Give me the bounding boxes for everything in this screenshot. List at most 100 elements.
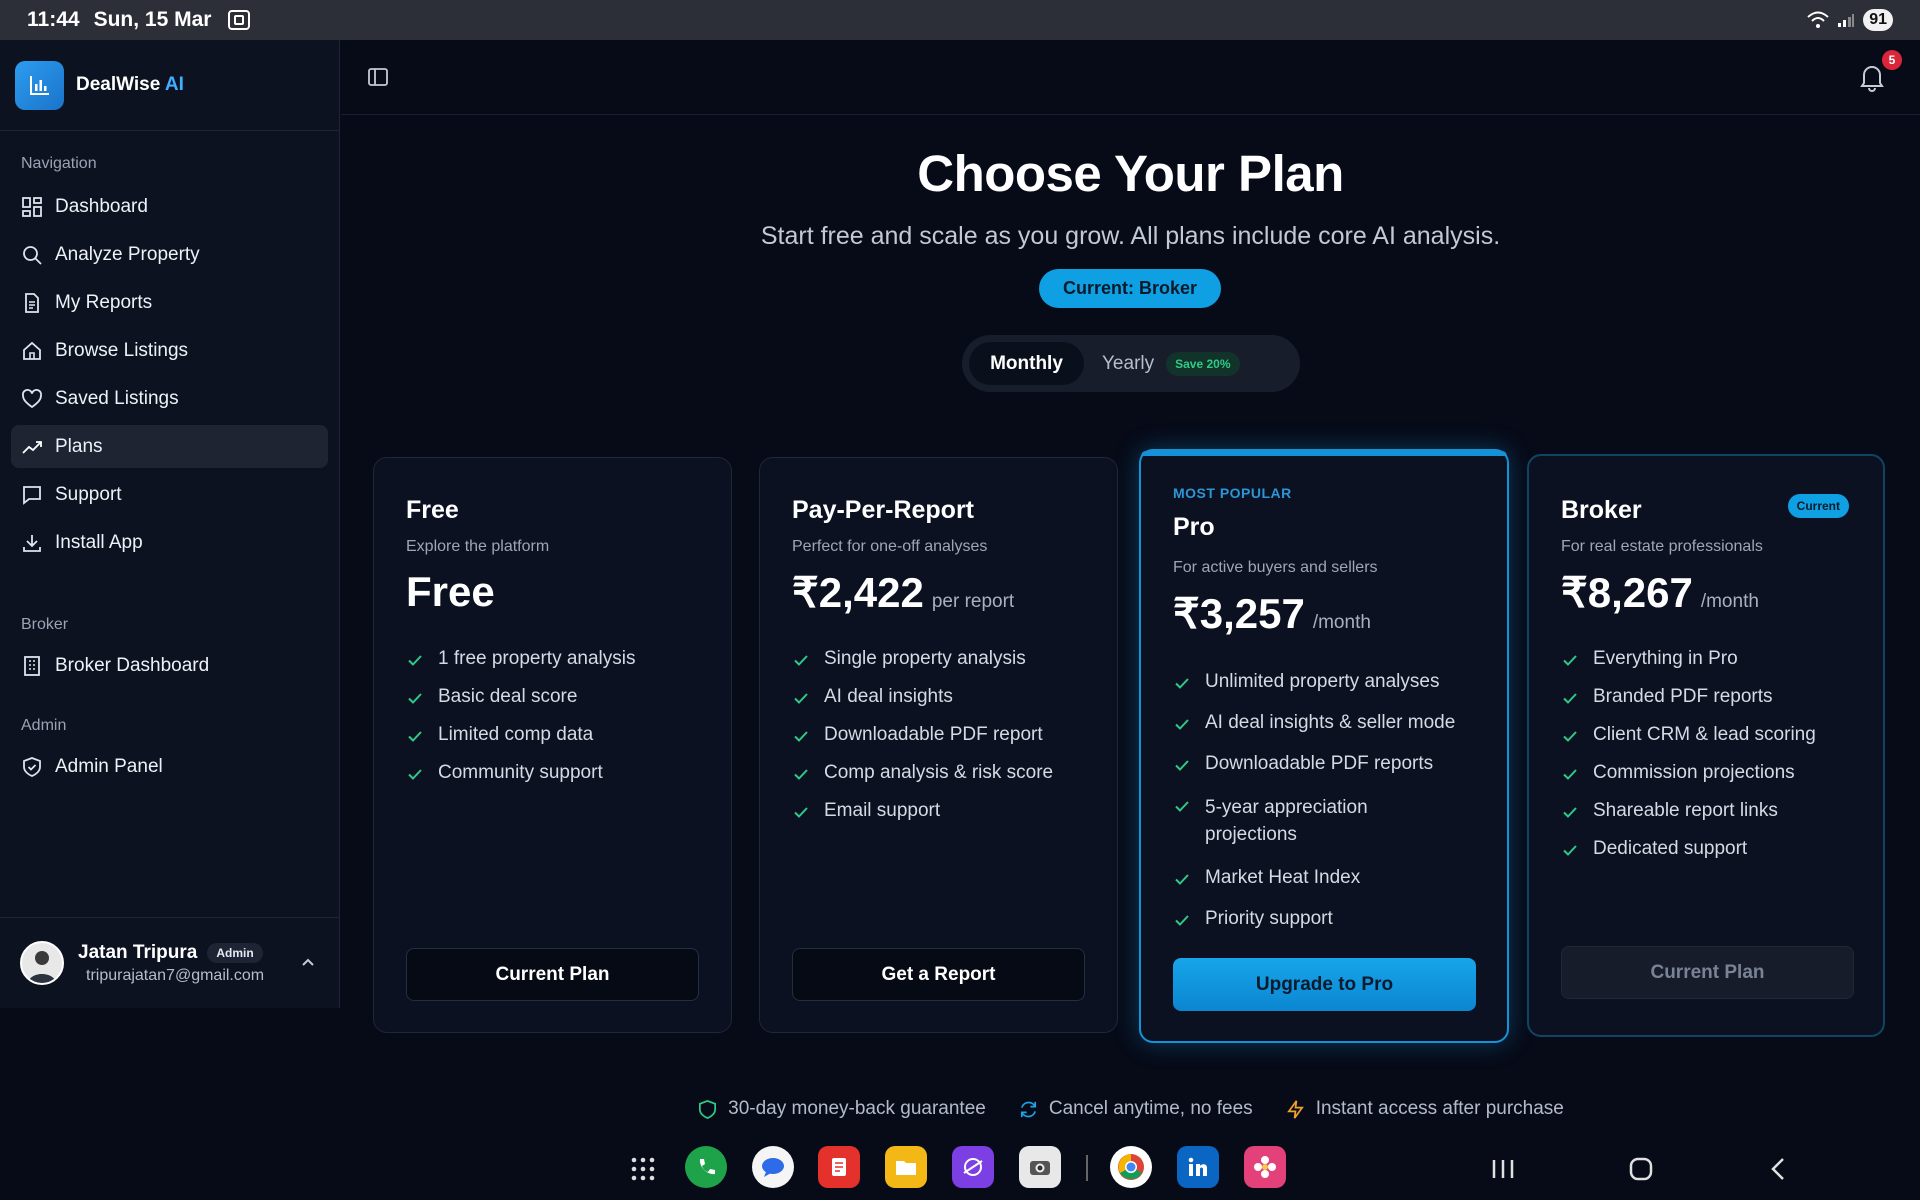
guarantee-item: 30-day money-back guarantee: [697, 1098, 986, 1120]
home-button-icon[interactable]: [1628, 1156, 1654, 1182]
sidebar: DealWise AI Navigation Dashboard Analyze…: [0, 40, 340, 1008]
sidebar-toggle-icon[interactable]: [367, 66, 389, 88]
check-icon: [408, 655, 422, 666]
sidebar-item-label: Analyze Property: [55, 243, 200, 265]
list-item: Downloadable PDF report: [792, 724, 1053, 746]
list-item: Everything in Pro: [1561, 648, 1816, 670]
list-item: Commission projections: [1561, 762, 1816, 784]
nav-section-title: Broker: [21, 616, 69, 633]
recent-apps-icon[interactable]: [1491, 1158, 1515, 1180]
plan-description: For real estate professionals: [1561, 538, 1763, 555]
list-item: Market Heat Index: [1173, 867, 1483, 889]
avatar: [20, 941, 64, 985]
check-icon: [1175, 678, 1189, 689]
check-icon: [1175, 719, 1189, 730]
status-time: 11:44: [27, 8, 80, 31]
brand[interactable]: DealWise AI: [0, 40, 339, 131]
plan-price: Free: [406, 568, 495, 616]
user-profile[interactable]: Jatan Tripura Admin tripurajatan7@gmail.c…: [0, 917, 340, 1008]
plan-card-free: Free Explore the platform Free 1 free pr…: [373, 457, 732, 1033]
nav-section-title: Navigation: [21, 155, 97, 172]
yearly-option[interactable]: Yearly Save 20%: [1102, 342, 1240, 385]
guarantee-item: Cancel anytime, no fees: [1018, 1098, 1253, 1120]
plan-description: Explore the platform: [406, 538, 550, 555]
sidebar-item-saved-listings[interactable]: Saved Listings: [11, 377, 328, 420]
plan-name: Broker: [1561, 496, 1642, 524]
refresh-icon: [1020, 1101, 1036, 1117]
check-icon: [794, 731, 808, 742]
feature-list: Single property analysis AI deal insight…: [792, 648, 1053, 838]
sidebar-item-broker-dashboard[interactable]: Broker Dashboard: [11, 644, 328, 687]
messages-app-icon[interactable]: [752, 1146, 794, 1188]
check-icon: [1175, 915, 1189, 926]
sidebar-item-label: Plans: [55, 435, 103, 457]
plan-card-pro: MOST POPULAR Pro For active buyers and s…: [1139, 449, 1509, 1043]
shield-icon: [699, 1099, 717, 1119]
check-icon: [1563, 693, 1577, 704]
sidebar-item-dashboard[interactable]: Dashboard: [11, 185, 328, 228]
trending-up-icon: [22, 440, 42, 454]
plan-name: Pro: [1173, 513, 1215, 541]
list-item: Downloadable PDF reports: [1173, 753, 1483, 775]
chrome-app-icon[interactable]: [1110, 1146, 1152, 1188]
check-icon: [1563, 769, 1577, 780]
page-subtitle: Start free and scale as you grow. All pl…: [760, 222, 1501, 250]
sidebar-item-label: Dashboard: [55, 195, 148, 217]
price-period: /month: [1312, 612, 1371, 633]
current-plan-button[interactable]: Current Plan: [1561, 946, 1854, 999]
gallery-app-icon[interactable]: [1244, 1146, 1286, 1188]
page-title: Choose Your Plan: [917, 145, 1344, 202]
check-icon: [408, 731, 422, 742]
check-icon: [1563, 845, 1577, 856]
signal-icon: [1838, 14, 1855, 27]
status-date: Sun, 15 Mar: [93, 8, 212, 31]
sidebar-item-support[interactable]: Support: [11, 473, 328, 516]
sidebar-item-install-app[interactable]: Install App: [11, 521, 328, 564]
check-icon: [1563, 731, 1577, 742]
check-icon: [1175, 874, 1189, 885]
plan-card-pay-per-report: Pay-Per-Report Perfect for one-off analy…: [759, 457, 1118, 1033]
check-icon: [1175, 760, 1189, 771]
price-amount: Free: [406, 568, 495, 615]
camera-app-icon[interactable]: [1019, 1146, 1061, 1188]
home-icon: [23, 341, 41, 360]
sidebar-item-label: Saved Listings: [55, 387, 179, 409]
sidebar-item-analyze-property[interactable]: Analyze Property: [11, 233, 328, 276]
system-status-bar: 11:44 Sun, 15 Mar 91: [0, 0, 1920, 40]
app-drawer-icon[interactable]: [630, 1156, 656, 1182]
yearly-label: Yearly: [1102, 352, 1155, 374]
top-bar: 5: [341, 40, 1920, 115]
linkedin-app-icon[interactable]: [1177, 1146, 1219, 1188]
notes-app-icon[interactable]: [818, 1146, 860, 1188]
sidebar-item-plans[interactable]: Plans: [11, 425, 328, 468]
monthly-option[interactable]: Monthly: [969, 342, 1084, 385]
building-icon: [24, 655, 40, 676]
files-app-icon[interactable]: [885, 1146, 927, 1188]
internet-app-icon[interactable]: [952, 1146, 994, 1188]
user-email: tripurajatan7@gmail.com: [86, 966, 265, 984]
price-period: /month: [1700, 591, 1759, 612]
role-badge: Admin: [207, 942, 263, 963]
list-item: Single property analysis: [792, 648, 1053, 670]
current-plan-button[interactable]: Current Plan: [406, 948, 699, 1001]
upgrade-to-pro-button[interactable]: Upgrade to Pro: [1173, 958, 1476, 1011]
plan-price: ₹8,267/month: [1561, 568, 1759, 617]
list-item: Limited comp data: [406, 724, 636, 746]
search-icon: [23, 245, 42, 265]
list-item: Priority support: [1173, 908, 1483, 930]
sidebar-item-label: Browse Listings: [55, 339, 189, 361]
user-name: Jatan Tripura: [78, 941, 198, 963]
back-icon[interactable]: [1767, 1156, 1789, 1182]
sidebar-item-my-reports[interactable]: My Reports: [11, 281, 328, 324]
list-item: Dedicated support: [1561, 838, 1816, 860]
check-icon: [794, 655, 808, 666]
plan-price: ₹2,422 per report: [792, 568, 1014, 617]
sidebar-item-browse-listings[interactable]: Browse Listings: [11, 329, 328, 372]
list-item: Unlimited property analyses: [1173, 671, 1483, 693]
guarantee-item: Instant access after purchase: [1285, 1098, 1564, 1120]
bell-icon[interactable]: [1858, 62, 1886, 92]
sidebar-item-admin-panel[interactable]: Admin Panel: [11, 745, 328, 788]
chevron-up-icon[interactable]: [300, 955, 316, 971]
get-report-button[interactable]: Get a Report: [792, 948, 1085, 1001]
phone-app-icon[interactable]: [685, 1146, 727, 1188]
